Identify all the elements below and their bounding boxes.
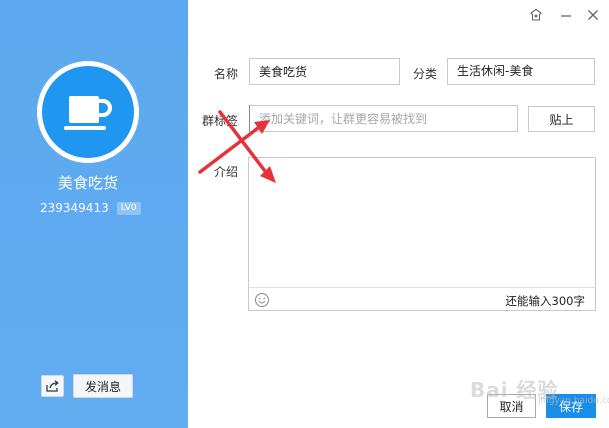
intro-textarea[interactable] [249, 158, 595, 286]
close-button[interactable] [585, 8, 601, 22]
share-icon [46, 380, 59, 392]
skin-button[interactable] [528, 8, 544, 22]
group-id-row: 239349413 LV0 [40, 201, 141, 215]
name-input[interactable] [249, 58, 400, 85]
smiley-icon [255, 293, 269, 307]
avatar-circle [42, 66, 134, 158]
tags-input[interactable] [249, 105, 518, 132]
tags-label: 群标签 [201, 114, 238, 128]
paste-button[interactable]: 贴上 [528, 106, 595, 132]
skin-icon [530, 8, 542, 21]
category-field[interactable]: 生活休闲-美食 [447, 58, 595, 85]
close-icon [588, 10, 598, 20]
group-name: 美食吃货 [57, 174, 118, 192]
minimize-button[interactable] [558, 8, 574, 22]
level-badge: LV0 [116, 201, 141, 215]
intro-footer: 还能输入300字 [249, 287, 595, 311]
name-label: 名称 [213, 67, 238, 81]
watermark-url: jingyan.baidu.com [538, 396, 609, 406]
category-label: 分类 [412, 67, 437, 81]
minimize-icon [561, 15, 571, 17]
group-id: 239349413 [40, 201, 109, 215]
group-sidebar: 美食吃货 239349413 LV0 发消息 [0, 0, 188, 428]
char-count: 还能输入300字 [505, 294, 585, 308]
coffee-cup-icon [64, 96, 112, 130]
intro-box: 还能输入300字 [248, 157, 596, 311]
send-message-button[interactable]: 发消息 [73, 374, 133, 398]
share-button[interactable] [41, 375, 64, 397]
group-avatar[interactable] [37, 61, 139, 163]
intro-label: 介绍 [213, 165, 238, 179]
emoji-button[interactable] [254, 292, 270, 308]
